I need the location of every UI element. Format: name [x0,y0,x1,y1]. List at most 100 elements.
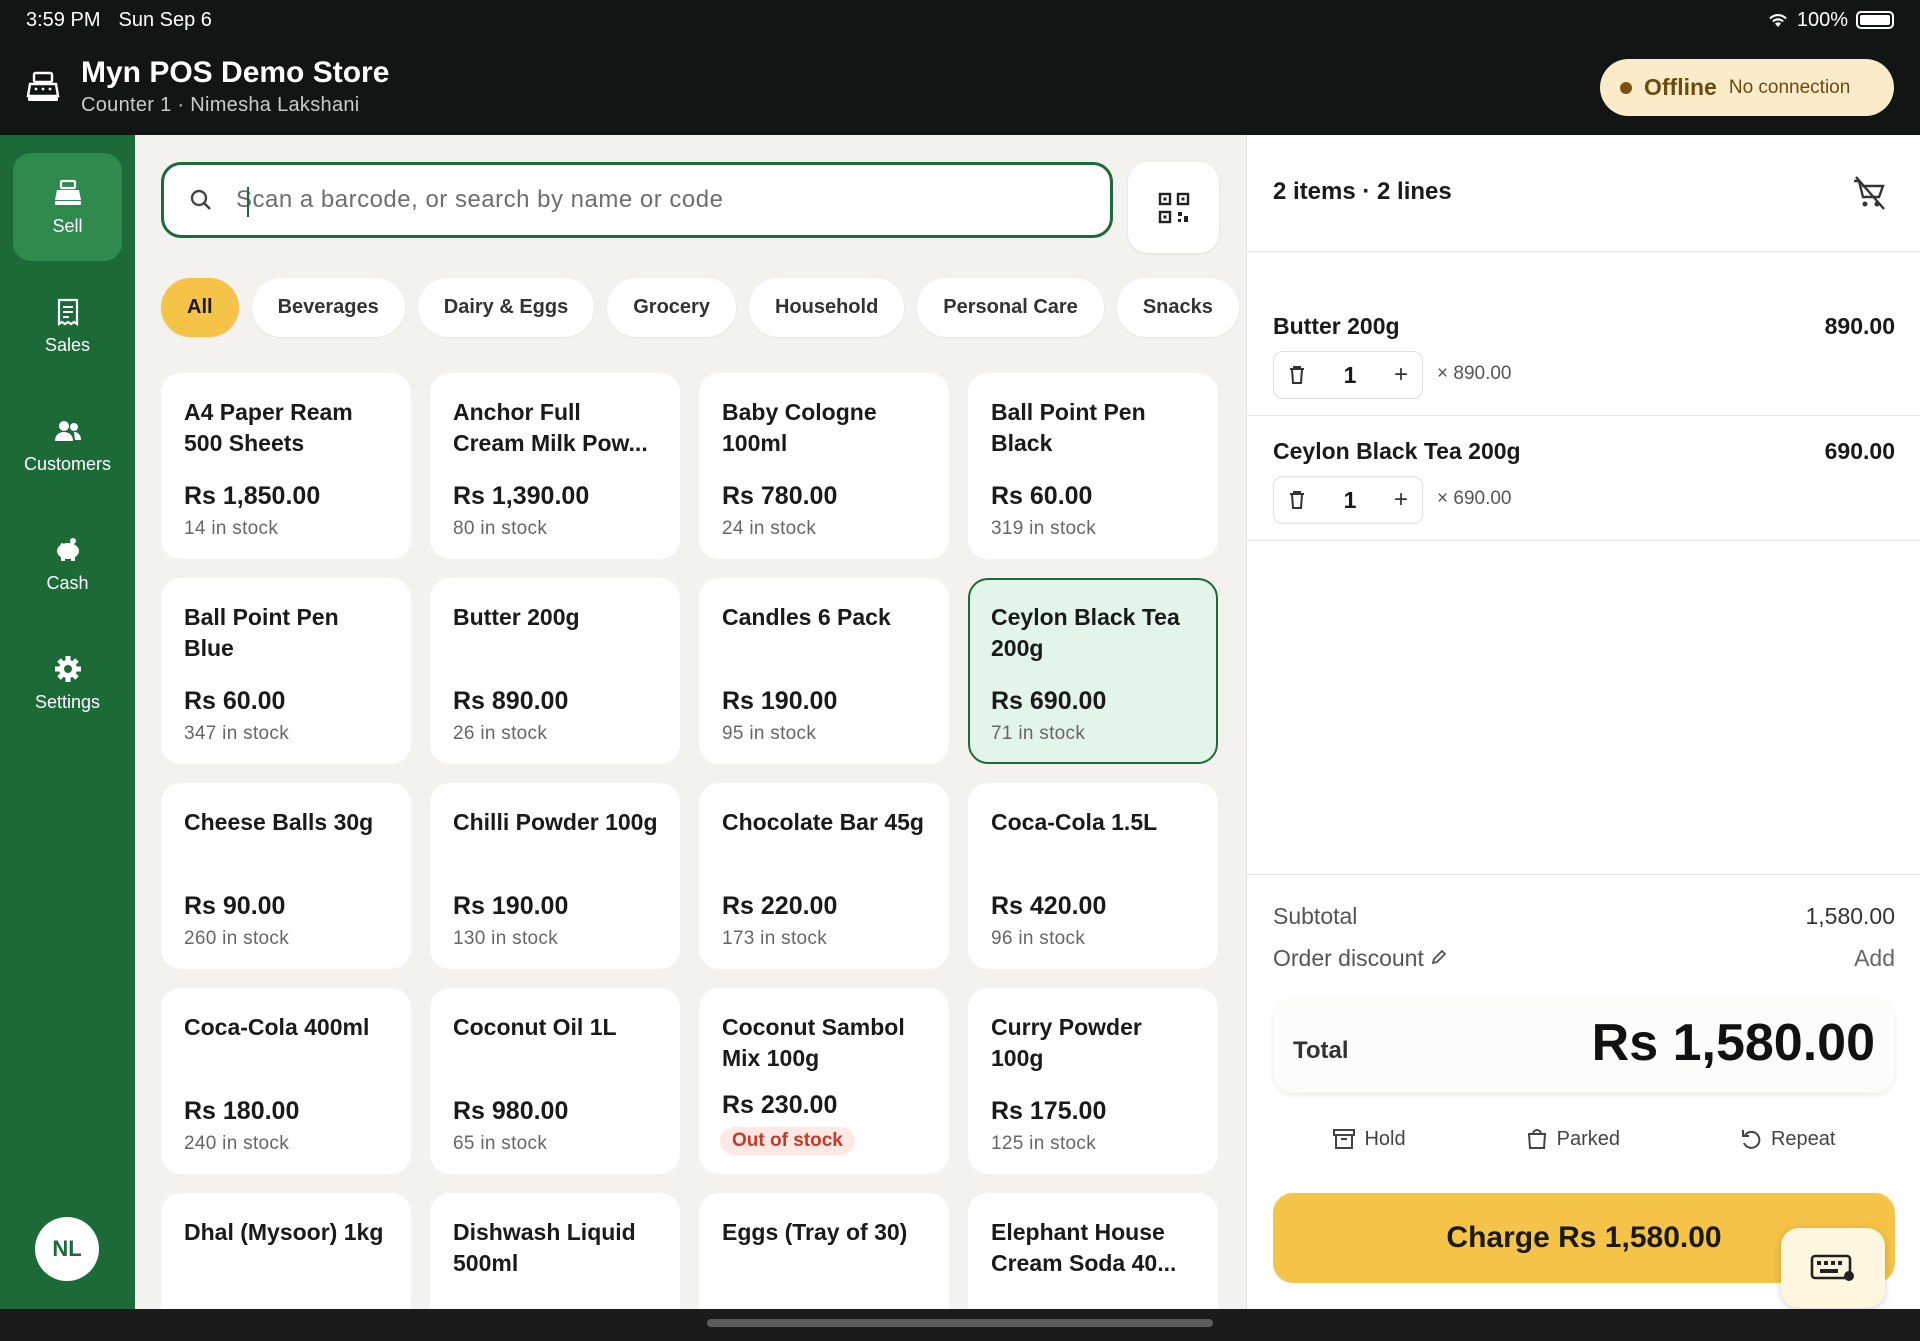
product-card[interactable]: Coca-Cola 400ml Rs 180.00 240 in stock [161,988,411,1174]
undo-icon [1741,1130,1761,1149]
category-chip-personal-care[interactable]: Personal Care [917,278,1104,337]
product-card[interactable]: Baby Cologne 100ml Rs 780.00 24 in stock [699,373,949,559]
repeat-button[interactable]: Repeat [1739,1127,1835,1151]
product-stock: 80 in stock [453,518,548,539]
total-value: Rs 1,580.00 [1591,1014,1875,1072]
unit-price: × 690.00 [1437,488,1512,509]
archive-icon [1333,1129,1356,1149]
sidebar-item-settings[interactable]: Settings [13,629,122,737]
hold-label: Hold [1364,1127,1406,1150]
piggy-bank-icon [56,537,79,561]
sidebar-item-sell[interactable]: Sell [13,153,122,261]
product-price: Rs 1,390.00 [453,482,590,510]
discount-row: Order discount Add [1273,945,1895,972]
category-chip-beverages[interactable]: Beverages [251,278,405,337]
discount-add-button[interactable]: Add [1854,945,1895,972]
quantity-stepper: 1 + [1273,476,1423,524]
battery-icon [1856,11,1894,29]
product-stock: 347 in stock [184,723,289,744]
product-card[interactable]: Eggs (Tray of 30) [699,1193,949,1309]
parked-button[interactable]: Parked [1525,1127,1620,1151]
product-card[interactable]: Butter 200g Rs 890.00 26 in stock [430,578,680,764]
sidebar-item-label: Cash [46,572,89,593]
people-icon [54,420,81,441]
product-card-out-of-stock[interactable]: Coconut Sambol Mix 100g Rs 230.00 Out of s… [699,988,949,1174]
category-chip-all[interactable]: All [161,278,239,337]
total-label: Total [1293,1037,1349,1064]
battery-percent: 100% [1796,8,1848,31]
divider [1247,415,1920,416]
status-time: 3:59 PM [26,8,101,31]
product-card[interactable]: Elephant House Cream Soda 40... [968,1193,1218,1309]
product-stock: 95 in stock [722,723,817,744]
product-stock: 65 in stock [453,1133,548,1154]
product-price: Rs 230.00 [722,1091,838,1119]
register-icon [26,71,60,101]
clear-cart-icon[interactable] [1850,173,1890,213]
product-stock: 240 in stock [184,1133,289,1154]
subtotal-row: Subtotal 1,580.00 [1273,903,1895,930]
sidebar-item-sales[interactable]: Sales [13,272,122,380]
product-card[interactable]: Ball Point Pen Blue Rs 60.00 347 in stock [161,578,411,764]
discount-label-wrap[interactable]: Order discount [1273,945,1448,972]
increment-button[interactable]: + [1394,486,1408,514]
subtotal-label: Subtotal [1273,903,1358,929]
product-card[interactable]: Chilli Powder 100g Rs 190.00 130 in stock [430,783,680,969]
search-input[interactable] [236,186,1036,214]
avatar[interactable]: NL [35,1217,99,1281]
search-icon [190,189,211,210]
category-chip-dairy-eggs[interactable]: Dairy & Eggs [417,278,595,337]
product-price: Rs 420.00 [991,892,1107,920]
cart-line-name: Ceylon Black Tea 200g [1273,438,1521,464]
product-card[interactable]: Dishwash Liquid 500ml [430,1193,680,1309]
product-stock: 96 in stock [991,928,1086,949]
keyboard-toggle-button[interactable] [1781,1228,1885,1308]
product-card[interactable]: Curry Powder 100g Rs 175.00 125 in stock [968,988,1218,1174]
product-card[interactable]: Cheese Balls 30g Rs 90.00 260 in stock [161,783,411,969]
category-chip-household[interactable]: Household [748,278,905,337]
sidebar-item-cash[interactable]: Cash [13,510,122,618]
quantity-value: 1 [1343,486,1357,513]
product-card[interactable]: Anchor Full Cream Milk Pow... Rs 1,390.00… [430,373,680,559]
sidebar-item-customers[interactable]: Customers [13,391,122,499]
product-stock: 14 in stock [184,518,279,539]
product-card[interactable]: Ball Point Pen Black Rs 60.00 319 in stock [968,373,1218,559]
sidebar-item-label: Sell [52,215,83,236]
category-chip-snacks[interactable]: Snacks [1116,278,1239,337]
product-card[interactable]: Dhal (Mysoor) 1kg [161,1193,411,1309]
product-name: Coconut Oil 1L [453,1014,617,1040]
product-stock: 173 in stock [722,928,827,949]
trash-icon[interactable] [1288,365,1306,385]
product-name: Elephant House Cream Soda 40... [991,1219,1177,1276]
product-card[interactable]: A4 Paper Ream 500 Sheets Rs 1,850.00 14 in… [161,373,411,559]
product-price: Rs 175.00 [991,1097,1107,1125]
product-price: Rs 1,850.00 [184,482,321,510]
product-card[interactable]: Chocolate Bar 45g Rs 220.00 173 in stock [699,783,949,969]
quantity-value: 1 [1343,361,1357,388]
divider [1247,540,1920,541]
product-name: Coconut Sambol Mix 100g [722,1014,905,1071]
cart-line-total: 690.00 [1824,438,1895,464]
product-card[interactable]: Coca-Cola 1.5L Rs 420.00 96 in stock [968,783,1218,969]
wifi-icon [1769,14,1787,27]
hold-button[interactable]: Hold [1332,1127,1406,1151]
trash-icon[interactable] [1288,490,1306,510]
product-card-selected[interactable]: Ceylon Black Tea 200g Rs 690.00 71 in stoc… [968,578,1218,764]
sidebar-item-label: Settings [34,691,101,712]
cart-line: Butter 200g 890.00 1 + × 890.00 [1273,313,1895,399]
product-card[interactable]: Candles 6 Pack Rs 190.00 95 in stock [699,578,949,764]
product-grid: A4 Paper Ream 500 Sheets Rs 1,850.00 14 in… [161,373,1218,1309]
product-card[interactable]: Coconut Oil 1L Rs 980.00 65 in stock [430,988,680,1174]
offline-badge[interactable]: Offline No connection [1600,59,1894,116]
search-bar[interactable] [161,162,1113,238]
barcode-scan-button[interactable] [1128,162,1219,253]
product-price: Rs 180.00 [184,1097,300,1125]
offline-dot [1620,81,1632,94]
product-price: Rs 690.00 [991,687,1107,715]
product-name: Candles 6 Pack [722,604,891,630]
status-date: Sun Sep 6 [118,8,212,31]
status-right: 100% [1767,9,1894,32]
increment-button[interactable]: + [1394,361,1408,389]
product-price: Rs 90.00 [184,892,286,920]
category-chip-grocery[interactable]: Grocery [607,278,736,337]
